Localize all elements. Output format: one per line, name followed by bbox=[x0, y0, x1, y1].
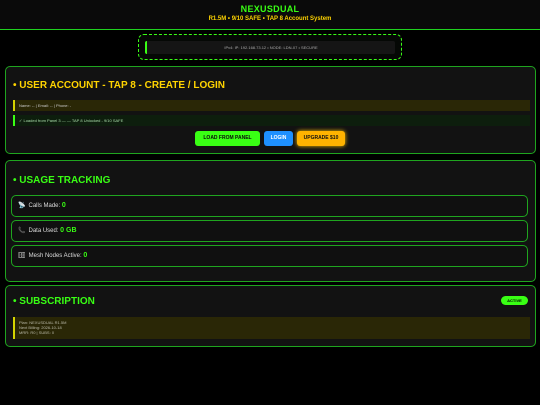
account-status-line: ✓ Loaded from Panel 3 — — TAP 8 Unlocked… bbox=[13, 115, 530, 126]
data-used-row: 📞 Data Used: 0 GB bbox=[11, 220, 528, 242]
usage-tracking-title: • USAGE TRACKING bbox=[13, 175, 111, 186]
mesh-nodes-value: 0 bbox=[83, 252, 88, 259]
data-used-label: Data Used: bbox=[28, 228, 59, 234]
satellite-icon: 📡 bbox=[18, 203, 26, 209]
user-account-title: • USER ACCOUNT - TAP 8 - CREATE / LOGIN bbox=[13, 80, 226, 91]
app-subtitle: R1.5M • 9/10 SAFE • TAP 8 Account System bbox=[208, 16, 332, 22]
network-status-text: IPv4: IP: 192.168.73.12 • NODE: LDN-07 •… bbox=[145, 41, 395, 54]
phone-icon: 📞 bbox=[18, 228, 26, 234]
mesh-nodes-row: 🗄 Mesh Nodes Active: 0 bbox=[11, 245, 528, 267]
app-header: NEXUSDUAL R1.5M • 9/10 SAFE • TAP 8 Acco… bbox=[0, 0, 540, 30]
subscription-panel: • SUBSCRIPTION ACTIVE Plan: NEXUSDUAL R1… bbox=[5, 285, 536, 347]
calls-made-label: Calls Made: bbox=[28, 203, 61, 209]
data-used-value: 0 GB bbox=[60, 227, 77, 234]
network-status-bar: IPv4: IP: 192.168.73.12 • NODE: LDN-07 •… bbox=[138, 34, 402, 60]
status-badge: ACTIVE bbox=[501, 296, 528, 305]
login-button[interactable]: LOGIN bbox=[264, 131, 293, 146]
mesh-nodes-label: Mesh Nodes Active: bbox=[28, 253, 82, 259]
calls-made-row: 📡 Calls Made: 0 bbox=[11, 195, 528, 217]
mrr-line: MRR: R0 | SUBS: 0 bbox=[19, 330, 55, 335]
account-info-line: Name: -- | Email: -- | Phone: - bbox=[13, 100, 530, 111]
load-from-panel-button[interactable]: LOAD FROM PANEL bbox=[195, 131, 260, 146]
subscription-details: Plan: NEXUSDUAL R1.5M Next Billing: 2026… bbox=[13, 317, 530, 339]
app-title: NEXUSDUAL bbox=[240, 4, 300, 14]
subscription-title: • SUBSCRIPTION bbox=[13, 296, 95, 307]
server-icon: 🗄 bbox=[18, 253, 26, 259]
upgrade-button[interactable]: UPGRADE $10 bbox=[297, 131, 345, 146]
calls-made-value: 0 bbox=[61, 202, 66, 209]
